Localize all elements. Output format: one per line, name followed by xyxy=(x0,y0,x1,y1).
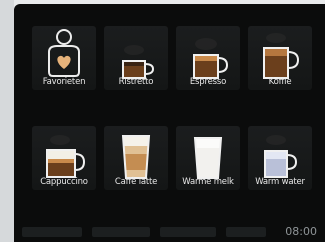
tile-label: Favorieten xyxy=(42,77,86,87)
status-segment xyxy=(160,227,216,237)
status-bar: 08:00 xyxy=(14,222,325,242)
coffee-machine-screen: Favorieten Ristretto Espresso Koffie Cap… xyxy=(14,4,325,242)
tile-label: Caffè latte xyxy=(114,177,158,187)
tile-label: Koffie xyxy=(268,77,292,87)
status-segment xyxy=(92,227,150,237)
tile-koffie[interactable]: Koffie xyxy=(248,26,312,90)
tile-label: Warme melk xyxy=(182,177,234,187)
tile-label: Espresso xyxy=(189,77,227,87)
tile-label: Warm water xyxy=(255,177,305,187)
tile-warm-water[interactable]: Warm water xyxy=(248,126,312,190)
tile-label: Cappuccino xyxy=(40,177,88,187)
tile-caffe-latte[interactable]: Caffè latte xyxy=(104,126,168,190)
tile-label: Ristretto xyxy=(118,77,154,87)
tile-ristretto[interactable]: Ristretto xyxy=(104,26,168,90)
tile-favorieten[interactable]: Favorieten xyxy=(32,26,96,90)
clock-time: 08:00 xyxy=(285,225,317,238)
tile-warme-melk[interactable]: Warme melk xyxy=(176,126,240,190)
status-segment xyxy=(226,227,266,237)
device-bezel xyxy=(0,0,14,242)
status-segment xyxy=(22,227,82,237)
tile-cappuccino[interactable]: Cappuccino xyxy=(32,126,96,190)
tile-espresso[interactable]: Espresso xyxy=(176,26,240,90)
